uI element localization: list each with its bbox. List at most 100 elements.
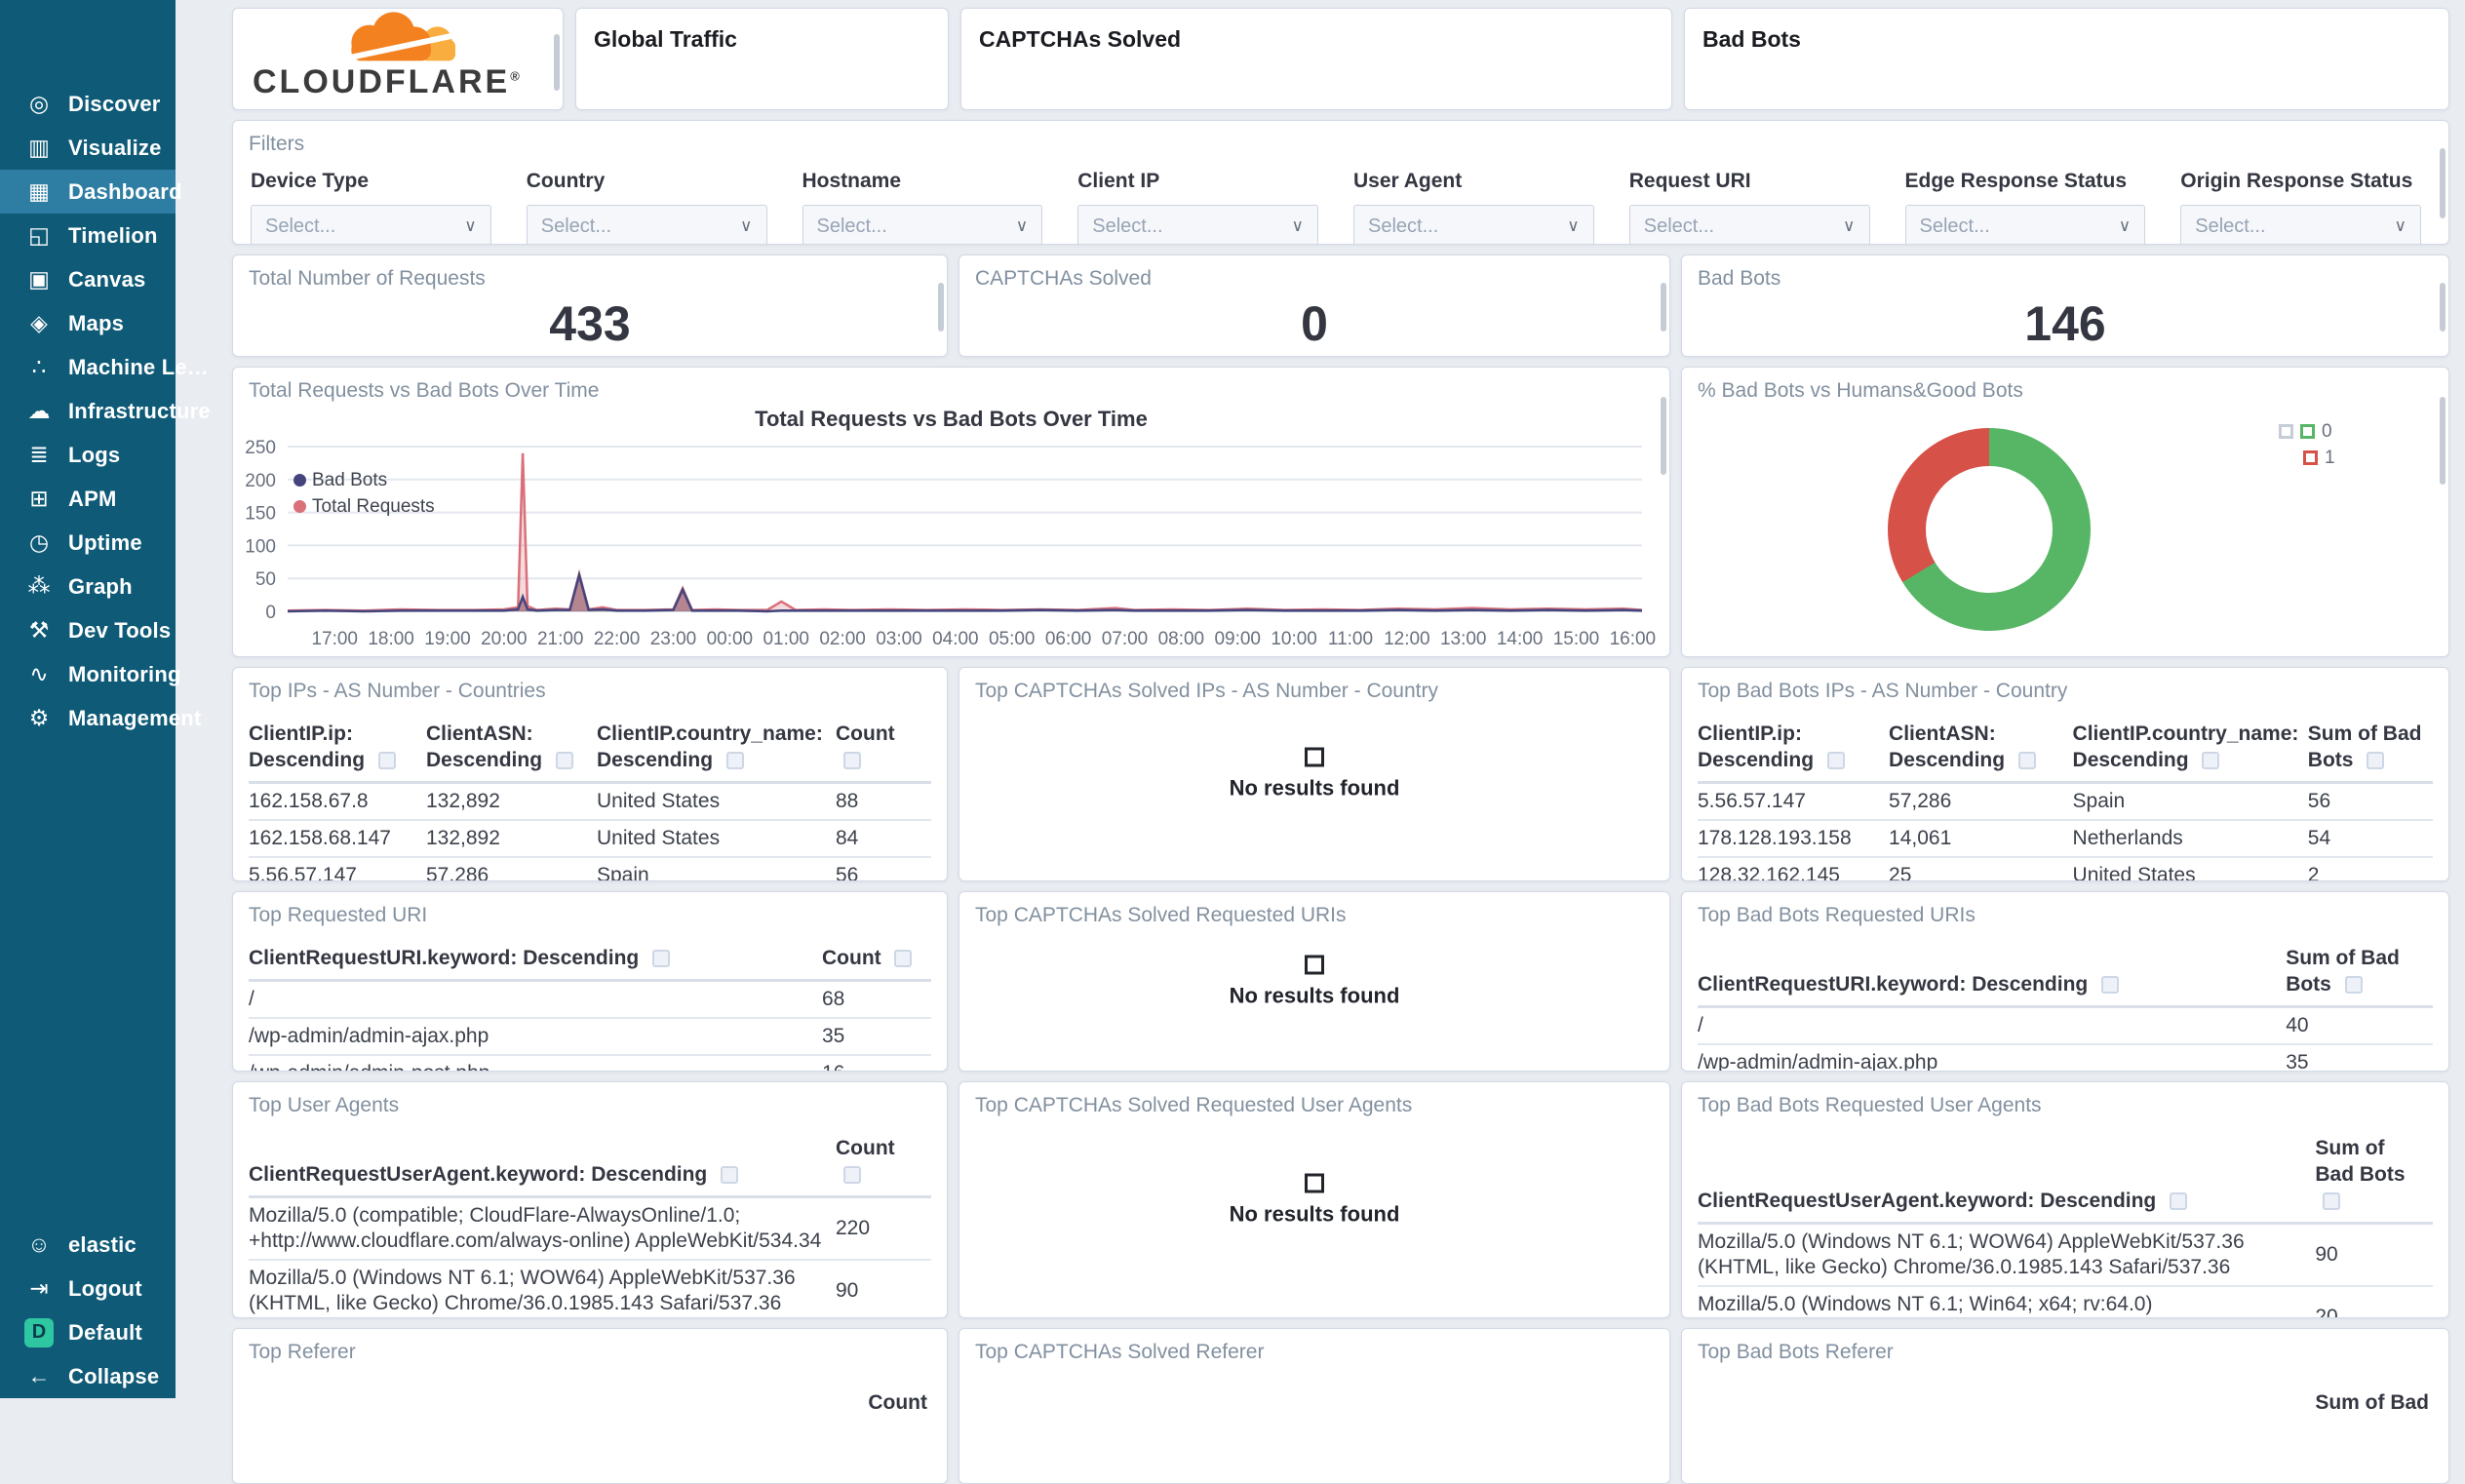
table-row: 5.56.57.147 57,286 Spain 56 <box>249 857 931 881</box>
sort-box-icon <box>894 950 913 967</box>
scrollbar-thumb[interactable] <box>2440 397 2445 485</box>
scrollbar-thumb[interactable] <box>2440 283 2445 332</box>
column-header-count[interactable]: Count <box>253 1391 927 1415</box>
sort-box-icon <box>1826 752 1845 769</box>
chevron-down-icon: ∨ <box>1015 216 1029 235</box>
filter-select-request-uri[interactable]: Select... ∨ <box>1628 205 1870 244</box>
sort-box-icon <box>843 1166 861 1184</box>
table-cell: 35 <box>822 1018 931 1056</box>
column-header-clientasn-descending[interactable]: ClientASN: Descending <box>426 721 597 784</box>
management-gear-icon: ⚙ <box>28 705 50 730</box>
select-placeholder: Select... <box>265 215 336 237</box>
metric-value: 146 <box>2024 296 2106 351</box>
metric-value: 433 <box>549 296 631 351</box>
filter-select-device-type[interactable]: Select... ∨ <box>251 205 491 244</box>
column-header-clientrequestuseragent-keyword-descending[interactable]: ClientRequestUserAgent.keyword: Descendi… <box>249 1135 836 1198</box>
table-cell: 162.158.68.147 <box>249 820 426 858</box>
empty-box-icon <box>1305 955 1324 974</box>
sidebar-item-graph[interactable]: ⁂ Graph <box>0 565 176 608</box>
sidebar-item-management[interactable]: ⚙ Management <box>0 696 202 740</box>
legend-color-box-icon <box>2300 424 2315 439</box>
sidebar-item-label: Dev Tools <box>68 617 172 643</box>
column-header-sum-of-bad-bots[interactable]: Sum of Bad Bots <box>2286 945 2433 1008</box>
scrollbar-thumb[interactable] <box>2440 148 2445 218</box>
column-header-sum-of-bad-bots[interactable]: Sum of Bad Bots <box>2307 721 2433 784</box>
filter-select-country[interactable]: Select... ∨ <box>526 205 767 244</box>
column-header-clientip-ip-descending[interactable]: ClientIP.ip: Descending <box>249 721 426 784</box>
sidebar-item-logs[interactable]: ≣ Logs <box>0 433 176 477</box>
legend-item-bad-bots[interactable]: Bad Bots <box>293 467 435 493</box>
sidebar-item-infrastructure[interactable]: ☁ Infrastructure <box>0 389 211 433</box>
sidebar-item-dev-tools[interactable]: ⚒ Dev Tools <box>0 608 176 652</box>
column-header-clientip-country-name-descending[interactable]: ClientIP.country_name: Descending <box>597 721 836 784</box>
column-header-clientrequesturi-keyword-descending[interactable]: ClientRequestURI.keyword: Descending <box>1698 945 2287 1008</box>
sidebar-item-label: APM <box>68 486 117 511</box>
column-header-clientrequesturi-keyword-descending[interactable]: ClientRequestURI.keyword: Descending <box>249 945 822 982</box>
filter-select-client-ip[interactable]: Select... ∨ <box>1077 205 1318 244</box>
panel-top-captcha-referer: Top CAPTCHAs Solved Referer <box>959 1328 1670 1484</box>
scrollbar-thumb[interactable] <box>1661 397 1666 475</box>
scrollbar-thumb[interactable] <box>554 34 560 91</box>
sort-box-icon <box>2344 976 2363 994</box>
filter-select-origin-response-status[interactable]: Select... ∨ <box>2180 205 2421 244</box>
sidebar-item-canvas[interactable]: ▣ Canvas <box>0 257 176 301</box>
column-header-count[interactable]: Count <box>836 1135 931 1198</box>
sidebar-item-apm[interactable]: ⊞ APM <box>0 477 176 521</box>
sidebar-item-maps[interactable]: ◈ Maps <box>0 301 176 345</box>
sidebar-item-collapse[interactable]: ← Collapse <box>0 1354 176 1398</box>
table-top-badbots-ips: ClientIP.ip: Descending ClientASN: Desce… <box>1698 721 2433 880</box>
filter-label: Device Type <box>251 170 370 192</box>
uptime-clock-icon: ◷ <box>28 529 50 555</box>
canvas-icon: ▣ <box>28 266 50 292</box>
sidebar-item-label: Management <box>68 705 202 730</box>
table-cell: 84 <box>836 820 931 858</box>
legend-item-total-requests[interactable]: Total Requests <box>293 493 435 520</box>
svg-text:22:00: 22:00 <box>594 629 641 649</box>
legend-toggle-icon[interactable] <box>2279 424 2293 439</box>
sidebar-item-logout[interactable]: ⇥ Logout <box>0 1267 176 1310</box>
sidebar-item-label: Maps <box>68 310 125 335</box>
scrollbar-thumb[interactable] <box>1661 283 1666 332</box>
panel-title: Total Number of Requests <box>249 267 486 290</box>
column-header-count[interactable]: Count <box>836 721 931 784</box>
svg-text:14:00: 14:00 <box>1497 629 1544 649</box>
sidebar-item-monitoring[interactable]: ∿ Monitoring <box>0 652 180 696</box>
sort-box-icon <box>2323 1192 2341 1210</box>
table-cell: 20 <box>2315 1286 2433 1317</box>
filter-origin-response-status: Origin Response Status Select... ∨ <box>2180 170 2421 244</box>
table-top-ips: ClientIP.ip: Descending ClientASN: Desce… <box>249 721 931 881</box>
sidebar-item-uptime[interactable]: ◷ Uptime <box>0 521 176 565</box>
scrollbar-thumb[interactable] <box>938 283 944 332</box>
sidebar-item-visualize[interactable]: ▥ Visualize <box>0 126 176 170</box>
column-header-clientip-ip-descending[interactable]: ClientIP.ip: Descending <box>1698 721 1890 784</box>
filter-select-user-agent[interactable]: Select... ∨ <box>1353 205 1594 244</box>
no-results-text: No results found <box>1229 983 1400 1007</box>
sidebar-item-discover[interactable]: ◎ Discover <box>0 82 176 126</box>
panel-title: Top IPs - AS Number - Countries <box>249 680 546 702</box>
sidebar-item-machine-le[interactable]: ∴ Machine Le… <box>0 345 209 389</box>
column-header-sum-of-bad[interactable]: Sum of Bad <box>1702 1391 2429 1415</box>
filter-select-hostname[interactable]: Select... ∨ <box>802 205 1043 244</box>
panel-captchas-solved-header: CAPTCHAs Solved <box>960 8 1672 110</box>
sidebar-item-elastic[interactable]: ☺ elastic <box>0 1223 176 1267</box>
sidebar-item-dashboard[interactable]: ▦ Dashboard <box>0 170 182 214</box>
no-results: No results found <box>959 1173 1669 1227</box>
column-header-clientasn-descending[interactable]: ClientASN: Descending <box>1889 721 2073 784</box>
donut-legend-item-1[interactable]: 1 <box>2303 445 2335 471</box>
filter-select-edge-response-status[interactable]: Select... ∨ <box>1904 205 2146 244</box>
sidebar-item-label: Uptime <box>68 529 142 555</box>
column-header-clientrequestuseragent-keyword-descending[interactable]: ClientRequestUserAgent.keyword: Descendi… <box>1698 1135 2316 1225</box>
table-cell: 57,286 <box>426 864 489 881</box>
column-header-sum-of-bad-bots[interactable]: Sum of Bad Bots <box>2315 1135 2433 1225</box>
panel-top-captcha-uri: Top CAPTCHAs Solved Requested URIs No res… <box>959 891 1670 1072</box>
sidebar-item-default[interactable]: D Default <box>0 1310 176 1354</box>
column-header-count[interactable]: Count <box>822 945 931 982</box>
table-cell: 90 <box>836 1260 931 1317</box>
donut-chart[interactable] <box>1888 428 2091 631</box>
table-cell: Mozilla/5.0 (Windows NT 6.1; WOW64) Appl… <box>249 1260 836 1317</box>
column-header-clientip-country-name-descending[interactable]: ClientIP.country_name: Descending <box>2072 721 2308 784</box>
sidebar-item-timelion[interactable]: ◱ Timelion <box>0 214 176 257</box>
chevron-down-icon: ∨ <box>1567 216 1580 235</box>
panel-title: Top CAPTCHAs Solved Referer <box>975 1341 1265 1363</box>
donut-legend-item-0[interactable]: 0 <box>2279 418 2335 445</box>
